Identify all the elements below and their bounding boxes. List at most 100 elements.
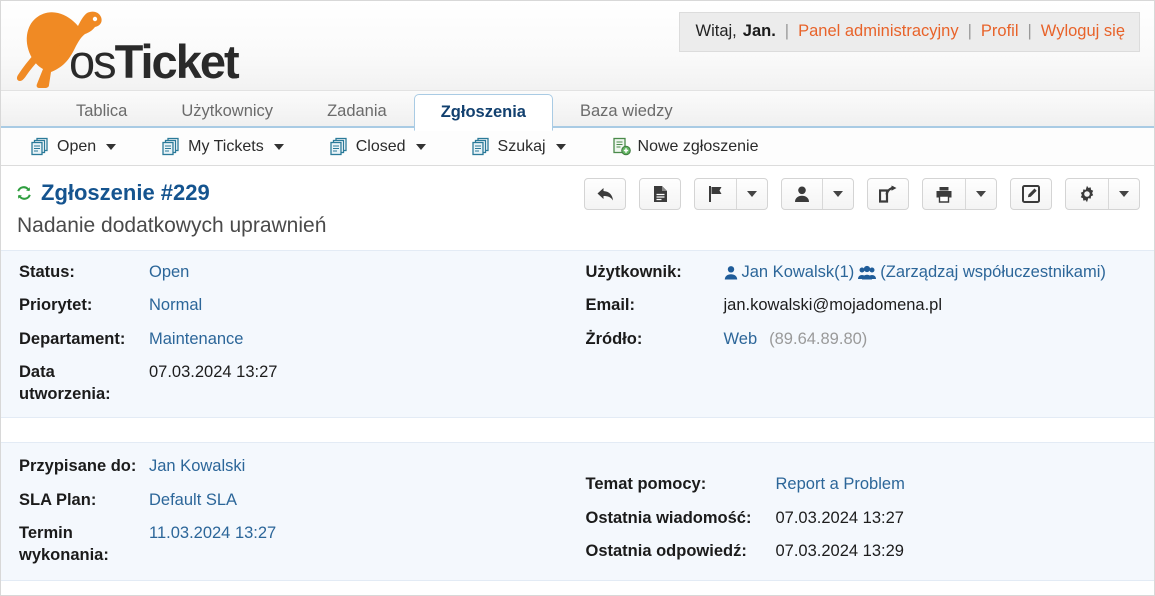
osticket-page: osTicket Witaj, Jan. | Panel administrac…: [0, 0, 1155, 596]
flag-icon: [709, 186, 722, 202]
subnav-item-my-tickets[interactable]: My Tickets: [162, 137, 284, 156]
user-icon: [795, 186, 809, 202]
greeting-text: Witaj,: [695, 22, 737, 40]
settings-dropdown-toggle[interactable]: [1108, 179, 1139, 209]
chevron-down-icon: [976, 191, 986, 197]
priority-value[interactable]: Normal: [149, 294, 202, 316]
forward-icon: [879, 185, 897, 203]
user-name-value[interactable]: Jan Kowalsk(1): [742, 261, 855, 283]
transfer-button[interactable]: [867, 178, 909, 210]
logout-link[interactable]: Wyloguj się: [1041, 22, 1125, 41]
status-label: Status:: [19, 263, 75, 281]
tickets-icon: [162, 137, 179, 156]
brand-name-os: os: [69, 35, 117, 88]
assigned-to-label: Przypisane do:: [19, 457, 137, 476]
subnav-label: My Tickets: [188, 137, 264, 155]
last-message-label: Ostatnia wiadomość:: [585, 508, 752, 527]
settings-button[interactable]: [1065, 178, 1140, 210]
subnav-item-open[interactable]: Open: [31, 137, 117, 156]
new-ticket-icon: [612, 137, 631, 156]
brand-name-ticket: Ticket: [114, 35, 240, 88]
flag-button[interactable]: [694, 178, 768, 210]
ticket-details-panel: Status: Open Priorytet: Normal Departame…: [1, 250, 1155, 419]
ticket-subject: Nadanie dodatkowych uprawnień: [17, 214, 327, 237]
help-topic-value[interactable]: Report a Problem: [776, 473, 905, 495]
flag-dropdown-toggle[interactable]: [736, 179, 767, 209]
detail-row-status: Status: Open: [19, 261, 578, 283]
edit-button[interactable]: [1010, 178, 1052, 210]
last-response-value: 07.03.2024 13:29: [775, 541, 904, 560]
subnav-item-closed[interactable]: Closed: [330, 137, 426, 156]
ticket-assignment-panel: Przypisane do: Jan Kowalski SLA Plan: De…: [1, 442, 1155, 582]
profile-link[interactable]: Profil: [981, 22, 1019, 41]
separator: |: [784, 22, 790, 40]
print-dropdown-toggle[interactable]: [965, 179, 996, 209]
source-ip-value: (89.64.89.80): [769, 329, 868, 348]
status-value[interactable]: Open: [149, 261, 189, 283]
detail-row-priority: Priorytet: Normal: [19, 294, 578, 316]
sub-navigation: Open My Tickets Closed Szukaj Nowe zgłos…: [1, 128, 1154, 166]
brand-logo[interactable]: osTicket: [15, 7, 240, 91]
detail-row-created: Data utworzenia: 07.03.2024 13:27: [19, 361, 578, 406]
page-header: osTicket Witaj, Jan. | Panel administrac…: [1, 1, 1154, 91]
chevron-down-icon: [555, 143, 566, 150]
detail-row-assigned-to: Przypisane do: Jan Kowalski: [19, 455, 578, 477]
email-label: Email:: [585, 296, 636, 315]
separator: |: [967, 22, 972, 40]
details-right-column: Użytkownik: Jan Kowalsk(1) (Zarządzaj ws…: [578, 261, 1155, 405]
subnav-label: Nowe zgłoszenie: [637, 137, 759, 155]
chevron-down-icon: [273, 143, 284, 150]
tab-zgloszenia[interactable]: Zgłoszenia: [413, 94, 553, 131]
username-text: Jan.: [742, 22, 776, 40]
source-value[interactable]: Web: [724, 328, 758, 350]
sla-plan-value[interactable]: Default SLA: [149, 489, 237, 511]
chevron-down-icon: [415, 143, 426, 150]
due-date-label: Termin wykonania:: [19, 523, 109, 565]
print-button[interactable]: [922, 178, 997, 210]
tickets-icon: [330, 137, 347, 156]
detail-row-last-response: Ostatnia odpowiedź: 07.03.2024 13:29: [586, 540, 1155, 562]
created-date-value: 07.03.2024 13:27: [149, 362, 278, 381]
tab-tablica[interactable]: Tablica: [49, 94, 154, 129]
chevron-down-icon: [747, 191, 757, 197]
assign-button[interactable]: [781, 178, 854, 210]
tab-baza-wiedzy[interactable]: Baza wiedzy: [553, 94, 700, 129]
details-left-column: Status: Open Priorytet: Normal Departame…: [1, 261, 578, 405]
ticket-header: Zgłoszenie #229: [1, 166, 1154, 210]
tab-uzytkownicy[interactable]: Użytkownicy: [154, 94, 300, 129]
sla-plan-label: SLA Plan:: [19, 490, 97, 509]
chevron-down-icon: [106, 143, 117, 150]
help-topic-label: Temat pomocy:: [585, 475, 707, 494]
chevron-down-icon: [833, 191, 843, 197]
subnav-item-szukaj[interactable]: Szukaj: [471, 137, 566, 156]
detail-row-help-topic: Temat pomocy: Report a Problem: [586, 473, 1155, 495]
flag-button-main[interactable]: [695, 179, 736, 209]
chevron-down-icon: [1119, 191, 1129, 197]
detail-row-department: Departament: Maintenance: [19, 328, 578, 350]
assigned-to-value[interactable]: Jan Kowalski: [149, 455, 245, 477]
settings-button-main[interactable]: [1066, 179, 1108, 209]
collaborators-icon[interactable]: [858, 265, 877, 280]
assignment-right-column: Temat pomocy: Report a Problem Ostatnia …: [578, 455, 1155, 566]
document-icon: [653, 186, 667, 202]
source-label: Żródło:: [585, 329, 643, 348]
subnav-label: Closed: [355, 137, 406, 155]
separator: |: [1027, 22, 1032, 40]
email-value: jan.kowalski@mojadomena.pl: [723, 296, 943, 315]
assign-button-main[interactable]: [782, 179, 822, 209]
note-button[interactable]: [639, 178, 681, 210]
admin-panel-link[interactable]: Panel administracyjny: [798, 22, 959, 41]
due-date-value[interactable]: 11.03.2024 13:27: [149, 522, 276, 544]
manage-collaborators-link[interactable]: (Zarządzaj współuczestnikami): [880, 261, 1106, 283]
created-date-label: Data utworzenia:: [19, 362, 111, 404]
assign-dropdown-toggle[interactable]: [822, 179, 853, 209]
reply-button[interactable]: [584, 178, 626, 210]
ticket-toolbar: [584, 178, 1140, 210]
user-label: Użytkownik:: [585, 263, 682, 281]
refresh-icon[interactable]: [15, 184, 33, 202]
printer-icon: [936, 186, 952, 203]
subnav-item-new-ticket[interactable]: Nowe zgłoszenie: [612, 137, 759, 156]
tab-zadania[interactable]: Zadania: [300, 94, 414, 129]
print-button-main[interactable]: [923, 179, 965, 209]
department-value[interactable]: Maintenance: [149, 328, 243, 350]
